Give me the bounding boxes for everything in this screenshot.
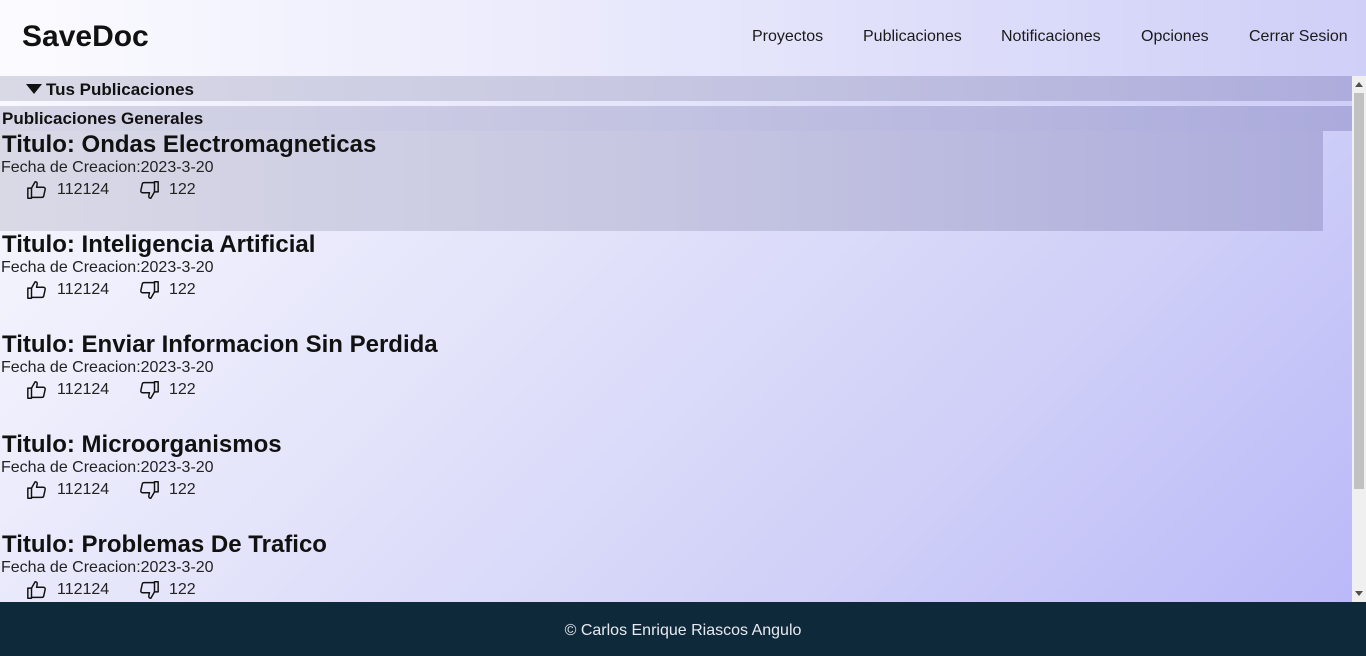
like-count: 112124	[57, 181, 110, 198]
nav-opciones[interactable]: Opciones	[1141, 28, 1209, 46]
dislike-button[interactable]: 122	[138, 579, 196, 601]
thumbs-up-icon	[26, 379, 48, 401]
publication-item[interactable]: Titulo: Ondas Electromagneticas Fecha de …	[0, 131, 1323, 231]
general-publications-label: Publicaciones Generales	[2, 109, 204, 128]
footer-copyright: © Carlos Enrique Riascos Angulo	[564, 622, 802, 639]
like-button[interactable]: 112124	[26, 479, 109, 501]
dislike-button[interactable]: 122	[138, 379, 196, 401]
like-button[interactable]: 112124	[26, 179, 109, 201]
thumbs-down-icon	[138, 179, 160, 201]
thumbs-up-icon	[26, 579, 48, 601]
main-content: Tus Publicaciones Publicaciones Generale…	[0, 76, 1352, 602]
dislike-count: 122	[169, 281, 196, 298]
own-publications-toggle[interactable]: Tus Publicaciones	[0, 76, 1352, 101]
thumbs-down-icon	[138, 579, 160, 601]
like-count: 112124	[57, 281, 110, 298]
thumbs-up-icon	[26, 479, 48, 501]
publication-date: Fecha de Creacion:2023-3-20	[1, 259, 214, 276]
publication-title[interactable]: Titulo: Microorganismos	[2, 431, 282, 459]
publication-item[interactable]: Titulo: Microorganismos Fecha de Creacion…	[0, 431, 1323, 531]
publication-item[interactable]: Titulo: Enviar Informacion Sin Perdida Fe…	[0, 331, 1323, 431]
dislike-count: 122	[169, 581, 196, 598]
scrollbar[interactable]	[1352, 76, 1366, 602]
like-button[interactable]: 112124	[26, 579, 109, 601]
nav-notificaciones[interactable]: Notificaciones	[1001, 28, 1101, 46]
publication-title[interactable]: Titulo: Problemas De Trafico	[2, 531, 327, 559]
header: SaveDoc Proyectos Publicaciones Notifica…	[0, 0, 1366, 76]
like-count: 112124	[57, 381, 110, 398]
dislike-button[interactable]: 122	[138, 179, 196, 201]
nav-cerrar-sesion[interactable]: Cerrar Sesion	[1249, 28, 1348, 46]
publication-date: Fecha de Creacion:2023-3-20	[1, 159, 214, 176]
thumbs-down-icon	[138, 279, 160, 301]
like-count: 112124	[57, 481, 110, 498]
dislike-button[interactable]: 122	[138, 279, 196, 301]
publication-title[interactable]: Titulo: Inteligencia Artificial	[2, 231, 315, 259]
footer: © Carlos Enrique Riascos Angulo	[0, 602, 1366, 656]
main-nav: Proyectos Publicaciones Notificaciones O…	[0, 28, 1366, 48]
caret-down-icon	[26, 84, 42, 94]
thumbs-up-icon	[26, 279, 48, 301]
dislike-count: 122	[169, 381, 196, 398]
dislike-button[interactable]: 122	[138, 479, 196, 501]
nav-publicaciones[interactable]: Publicaciones	[863, 28, 962, 46]
publication-date: Fecha de Creacion:2023-3-20	[1, 559, 214, 576]
scroll-down-icon[interactable]	[1355, 591, 1363, 596]
publication-item[interactable]: Titulo: Problemas De Trafico Fecha de Cre…	[0, 531, 1323, 602]
dislike-count: 122	[169, 181, 196, 198]
publication-date: Fecha de Creacion:2023-3-20	[1, 359, 214, 376]
scroll-up-icon[interactable]	[1355, 82, 1363, 87]
like-button[interactable]: 112124	[26, 279, 109, 301]
general-publications-header: Publicaciones Generales	[0, 106, 1352, 131]
own-publications-label: Tus Publicaciones	[46, 80, 195, 99]
thumbs-down-icon	[138, 479, 160, 501]
thumbs-up-icon	[26, 179, 48, 201]
like-count: 112124	[57, 581, 110, 598]
scroll-thumb[interactable]	[1354, 93, 1364, 489]
dislike-count: 122	[169, 481, 196, 498]
publication-title[interactable]: Titulo: Enviar Informacion Sin Perdida	[2, 331, 438, 359]
publication-item[interactable]: Titulo: Inteligencia Artificial Fecha de …	[0, 231, 1323, 331]
thumbs-down-icon	[138, 379, 160, 401]
publication-title[interactable]: Titulo: Ondas Electromagneticas	[2, 131, 376, 159]
publication-date: Fecha de Creacion:2023-3-20	[1, 459, 214, 476]
like-button[interactable]: 112124	[26, 379, 109, 401]
nav-proyectos[interactable]: Proyectos	[752, 28, 823, 46]
